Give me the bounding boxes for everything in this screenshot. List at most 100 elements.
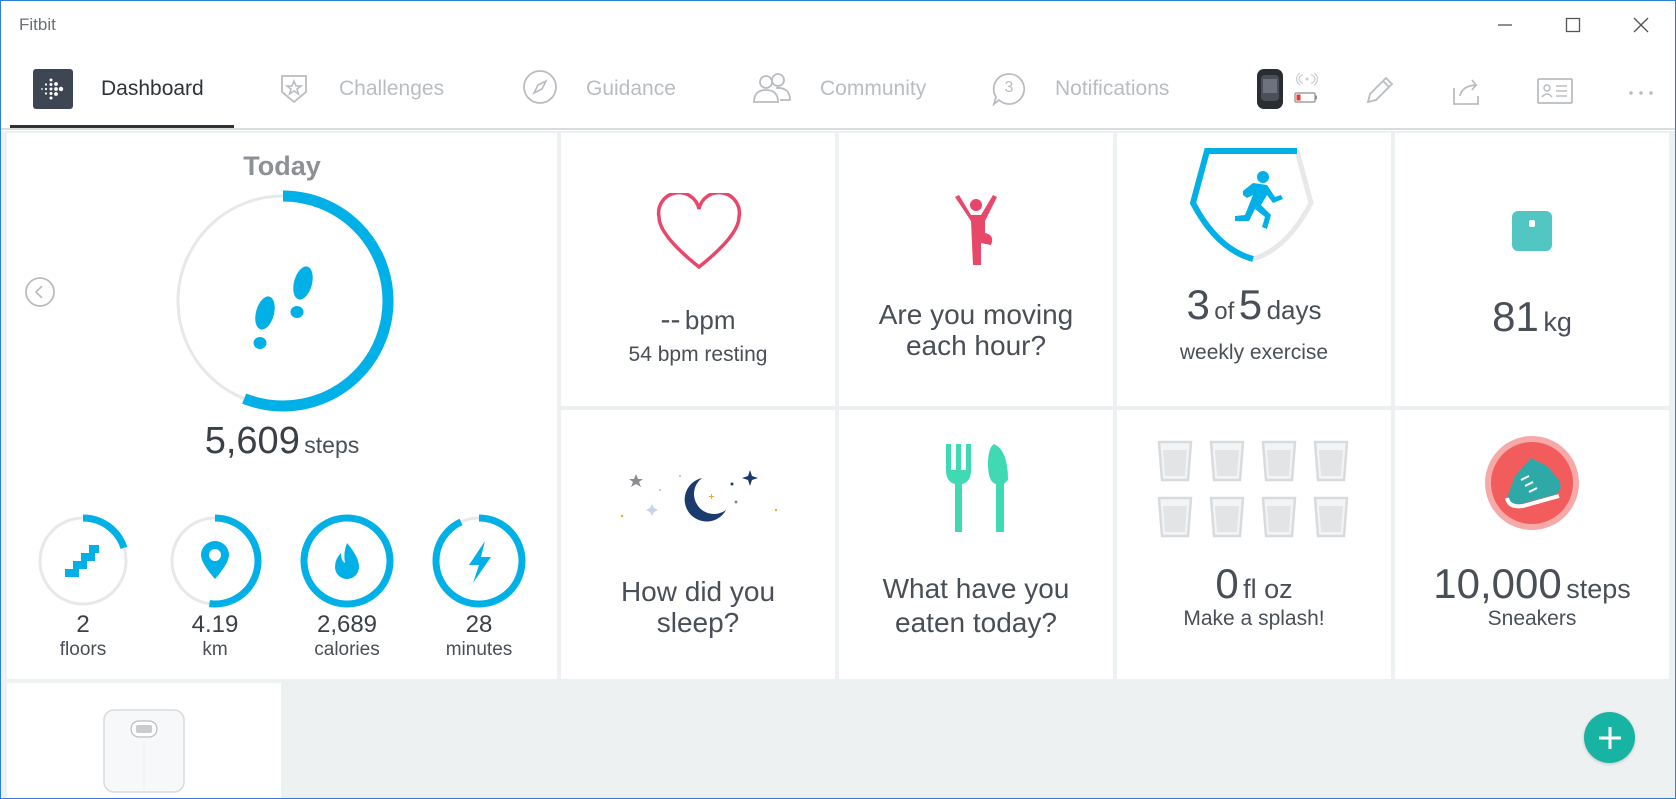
tab-guidance[interactable]: Guidance — [522, 69, 676, 109]
compass-icon — [522, 69, 558, 110]
exercise-goal: 5 — [1238, 281, 1263, 328]
exercise-subtitle: weekly exercise — [1179, 341, 1329, 364]
community-icon — [752, 70, 792, 109]
water-card[interactable]: 0 fl oz Make a splash! — [1117, 410, 1391, 679]
tab-community[interactable]: Community — [752, 69, 926, 109]
footsteps-icon — [253, 266, 313, 349]
sleep-moon-icon — [620, 470, 778, 522]
weight-unit: kg — [1543, 307, 1572, 337]
today-tile[interactable]: Today 5,609 steps 2 floors 4.19 km 2,689… — [7, 133, 557, 679]
water-glasses — [1155, 440, 1355, 540]
badge-value: 10,000 — [1433, 560, 1562, 607]
weight-summary: 81 kg — [1395, 293, 1669, 341]
resting-heart-rate: 54 bpm resting — [628, 343, 768, 366]
exercise-count: 3 — [1186, 281, 1210, 328]
window-title: Fitbit — [19, 15, 56, 34]
sleep-card[interactable]: How did you sleep? — [561, 410, 835, 679]
minimize-icon — [1498, 24, 1512, 26]
heart-rate-value: -- — [660, 303, 681, 336]
tab-challenges-label: Challenges — [339, 77, 445, 100]
person-stretch-icon — [955, 195, 997, 265]
maximize-button[interactable] — [1539, 1, 1607, 49]
add-tile-button[interactable] — [1584, 712, 1635, 763]
food-card[interactable]: What have you eaten today? — [839, 410, 1113, 679]
water-unit: fl oz — [1243, 574, 1293, 604]
window-controls — [1471, 1, 1675, 49]
device-icon[interactable] — [1253, 67, 1333, 118]
tab-challenges[interactable]: Challenges — [277, 69, 444, 109]
floors-value: 2 — [76, 611, 90, 638]
water-glass-fill — [1319, 450, 1343, 476]
app-window: Fitbit Dashboard Challenges Guidance Com… — [0, 0, 1676, 799]
tab-notifications[interactable]: 3 Notifications — [991, 69, 1169, 109]
tab-dashboard[interactable]: Dashboard — [33, 69, 204, 109]
water-glass-fill — [1319, 506, 1343, 532]
weight-card[interactable]: 81 kg — [1395, 133, 1669, 406]
stat-active-minutes[interactable]: 28 minutes — [429, 513, 529, 661]
hourly-activity-card[interactable]: Are you moving each hour? — [839, 133, 1113, 406]
minutes-unit: minutes — [445, 639, 513, 660]
share-icon[interactable] — [1450, 74, 1484, 113]
weight-value: 81 — [1492, 293, 1539, 340]
dashboard-grid: Today 5,609 steps 2 floors 4.19 km 2,689… — [1, 131, 1675, 798]
tab-dashboard-label: Dashboard — [101, 77, 204, 100]
lightning-icon — [469, 541, 491, 583]
star-badge-icon — [277, 70, 311, 109]
steps-value: 5,609 — [204, 420, 300, 462]
food-line2: eaten today? — [895, 607, 1057, 638]
exercise-summary: 3 of 5 days — [1117, 281, 1391, 329]
calories-ring — [300, 514, 394, 608]
badge-name: Sneakers — [1487, 607, 1577, 630]
hourly-activity-line2: each hour? — [905, 330, 1047, 361]
today-title: Today — [243, 151, 321, 181]
nav-bar: Dashboard Challenges Guidance Community … — [1, 49, 1675, 130]
steps-unit: steps — [304, 432, 360, 458]
distance-value: 4.19 — [191, 611, 239, 638]
heart-rate-unit: bpm — [684, 305, 736, 335]
scale-icon — [1512, 211, 1552, 251]
exercise-of: of — [1214, 298, 1235, 325]
distance-ring — [168, 514, 262, 608]
water-glass-fill — [1215, 450, 1239, 476]
location-pin-icon — [201, 541, 229, 579]
sneakers-badge-icon — [1485, 436, 1579, 530]
badge-card[interactable]: 10,000 steps Sneakers — [1395, 410, 1669, 679]
stat-calories[interactable]: 2,689 calories — [297, 513, 397, 661]
badge-summary: 10,000 steps — [1395, 560, 1669, 608]
water-glass-fill — [1267, 506, 1291, 532]
maximize-icon — [1565, 17, 1581, 33]
fitbit-logo-icon — [33, 69, 73, 109]
heart-rate-value-line: -- bpm — [561, 303, 835, 337]
calories-value: 2,689 — [316, 611, 378, 638]
profile-card-icon[interactable] — [1536, 74, 1574, 113]
previous-day-button[interactable] — [24, 276, 56, 313]
scale-device-tile[interactable] — [7, 683, 281, 798]
minimize-button[interactable] — [1471, 1, 1539, 49]
plus-icon — [1598, 726, 1621, 749]
edit-icon[interactable] — [1362, 74, 1396, 113]
steps-summary: 5,609 steps — [7, 420, 557, 463]
steps-progress-ring — [172, 190, 394, 412]
stat-distance[interactable]: 4.19 km — [165, 513, 265, 661]
water-subtitle: Make a splash! — [1183, 607, 1325, 630]
water-glass-fill — [1215, 506, 1239, 532]
close-button[interactable] — [1607, 1, 1675, 49]
tab-community-label: Community — [820, 77, 927, 100]
minutes-value: 28 — [465, 611, 493, 638]
hourly-activity-line1: Are you moving — [878, 299, 1074, 330]
active-tab-indicator — [10, 125, 234, 128]
water-glass-fill — [1163, 450, 1187, 476]
calories-unit: calories — [314, 639, 380, 660]
close-icon — [1633, 17, 1649, 33]
water-summary: 0 fl oz — [1117, 560, 1391, 608]
exercise-shield-icon — [1189, 148, 1314, 262]
distance-unit: km — [202, 639, 228, 660]
running-person-icon — [1235, 171, 1283, 229]
heart-rate-card[interactable]: -- bpm 54 bpm resting — [561, 133, 835, 406]
exercise-unit: days — [1266, 295, 1322, 325]
stat-floors[interactable]: 2 floors — [33, 513, 133, 661]
floors-ring — [36, 514, 130, 608]
title-bar: Fitbit — [1, 1, 1675, 49]
more-icon[interactable] — [1628, 85, 1654, 103]
exercise-card[interactable]: 3 of 5 days weekly exercise — [1117, 133, 1391, 406]
